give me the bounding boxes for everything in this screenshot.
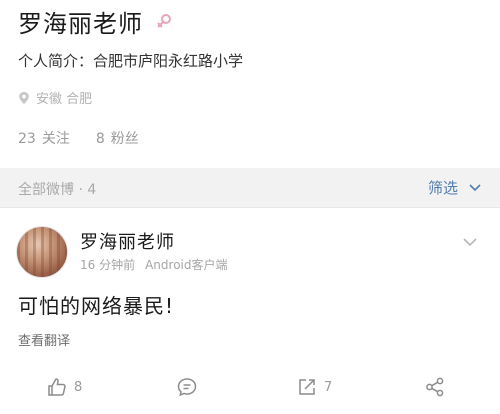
- posts-section-bar: 全部微博 · 4 筛选: [0, 168, 500, 208]
- post-author[interactable]: 罗海丽老师: [80, 228, 175, 254]
- following-label: 关注: [41, 131, 70, 147]
- chevron-down-icon: [469, 183, 481, 191]
- profile-header: 罗海丽老师 个人简介：合肥市庐阳永红路小学 安徽 合肥 23 关注 8 粉丝: [0, 0, 500, 168]
- post-menu-button[interactable]: [462, 232, 478, 251]
- profile-name-row: 罗海丽老师: [18, 4, 173, 38]
- repost-count: 7: [324, 379, 333, 395]
- profile-location: 安徽 合肥: [18, 88, 92, 107]
- repost-icon: [299, 379, 315, 395]
- like-count: 8: [74, 379, 83, 395]
- share-button[interactable]: [424, 376, 446, 398]
- post-meta: 16 分钟前 Android客户端: [80, 256, 228, 273]
- post-time: 16 分钟前: [80, 258, 136, 272]
- translate-link[interactable]: 查看翻译: [18, 330, 70, 349]
- thumbs-up-icon: [48, 378, 66, 396]
- following-stat[interactable]: 23 关注: [18, 128, 70, 148]
- location-pin-icon: [19, 91, 29, 104]
- post-text: 可怕的网络暴民!: [18, 294, 175, 318]
- comment-icon: [177, 378, 197, 397]
- followers-count: 8: [95, 131, 105, 147]
- profile-stats: 23 关注 8 粉丝: [18, 128, 165, 148]
- like-button[interactable]: 8: [46, 376, 82, 398]
- post-source: Android客户端: [145, 258, 228, 272]
- filter-button[interactable]: 筛选: [428, 177, 482, 198]
- repost-button[interactable]: 7: [296, 376, 332, 398]
- avatar[interactable]: [16, 226, 68, 278]
- female-gender-icon: [155, 12, 173, 30]
- chevron-down-icon: [463, 238, 477, 247]
- location-text: 安徽 合肥: [36, 92, 93, 107]
- posts-section-title: 全部微博 · 4: [18, 182, 97, 198]
- profile-name: 罗海丽老师: [18, 9, 143, 38]
- following-count: 23: [18, 131, 36, 147]
- post-card: 罗海丽老师 16 分钟前 Android客户端 可怕的网络暴民! 查看翻译 8: [0, 208, 500, 414]
- share-icon: [426, 377, 444, 397]
- followers-label: 粉丝: [110, 131, 139, 147]
- followers-stat[interactable]: 8 粉丝: [96, 128, 139, 148]
- filter-label: 筛选: [427, 179, 458, 197]
- profile-bio: 个人简介：合肥市庐阳永红路小学: [18, 52, 244, 70]
- comment-button[interactable]: [176, 376, 198, 398]
- post-actions: 8 7: [0, 370, 500, 414]
